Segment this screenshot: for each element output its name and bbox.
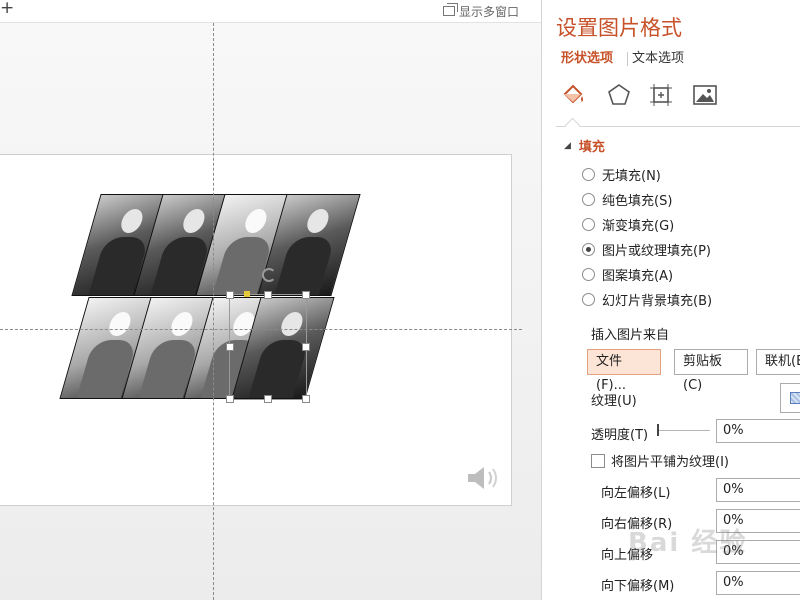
effects-icon[interactable] xyxy=(606,82,632,108)
resize-handle[interactable] xyxy=(302,395,310,403)
resize-handle[interactable] xyxy=(264,395,272,403)
radio-button-selected[interactable] xyxy=(582,242,595,256)
offset-down-label: 向下偏移(M) xyxy=(601,579,675,594)
radio-pattern-fill[interactable]: 图案填充(A) xyxy=(582,264,673,284)
transparency-input[interactable]: 0% xyxy=(716,419,800,443)
resize-handle[interactable] xyxy=(226,291,234,299)
radio-label: 无填充(N) xyxy=(602,168,661,184)
online-button[interactable]: 联机(E xyxy=(756,349,800,375)
selection-box[interactable] xyxy=(229,294,307,400)
offset-down-input[interactable]: 0% xyxy=(716,571,800,595)
radio-label: 幻灯片背景填充(B) xyxy=(602,293,713,309)
rotate-handle[interactable] xyxy=(262,268,276,282)
radio-label: 纯色填充(S) xyxy=(602,193,673,209)
resize-handle[interactable] xyxy=(302,343,310,351)
radio-label: 图片或纹理填充(P) xyxy=(602,243,711,259)
tile-as-texture-row[interactable]: 将图片平铺为纹理(I) xyxy=(591,451,729,470)
radio-label: 渐变填充(G) xyxy=(602,218,675,234)
horizontal-guide[interactable] xyxy=(0,329,522,330)
category-pointer xyxy=(564,117,581,134)
radio-solid-fill[interactable]: 纯色填充(S) xyxy=(582,189,672,209)
size-properties-icon[interactable] xyxy=(648,82,674,108)
add-icon[interactable]: + xyxy=(0,0,14,18)
tile-checkbox-label: 将图片平铺为纹理(I) xyxy=(611,455,729,470)
fill-line-icon[interactable] xyxy=(560,82,586,108)
offset-left-input[interactable]: 0% xyxy=(716,478,800,502)
resize-handle[interactable] xyxy=(226,343,234,351)
top-strip: + 显示多窗口 xyxy=(0,0,541,23)
tab-divider xyxy=(627,52,628,66)
category-divider xyxy=(556,126,800,127)
radio-gradient-fill[interactable]: 渐变填充(G) xyxy=(582,214,674,234)
texture-label: 纹理(U) xyxy=(591,394,637,409)
fill-section-header[interactable]: ◢ 填充 xyxy=(564,136,605,155)
radio-button[interactable] xyxy=(582,267,595,281)
multi-window-icon xyxy=(442,3,458,16)
collapse-triangle-icon: ◢ xyxy=(564,140,571,151)
tab-text-options[interactable]: 文本选项 xyxy=(632,50,684,68)
resize-handle[interactable] xyxy=(226,395,234,403)
clipboard-button[interactable]: 剪贴板(C) xyxy=(674,349,748,393)
resize-handle[interactable] xyxy=(264,291,272,299)
fill-section-title: 填充 xyxy=(578,140,605,155)
radio-picture-texture-fill[interactable]: 图片或纹理填充(P) xyxy=(582,239,711,259)
texture-picker-button[interactable] xyxy=(780,383,800,413)
texture-swatch-icon xyxy=(790,392,800,404)
multi-window-button[interactable]: 显示多窗口 xyxy=(442,2,519,20)
insert-from-label: 插入图片来自 xyxy=(591,328,670,343)
radio-button[interactable] xyxy=(582,167,595,181)
vertical-guide[interactable] xyxy=(213,23,214,600)
radio-button[interactable] xyxy=(582,192,595,206)
radio-label: 图案填充(A) xyxy=(602,268,674,284)
speaker-icon[interactable] xyxy=(466,464,502,492)
resize-handle[interactable] xyxy=(302,291,310,299)
pane-title: 设置图片格式 xyxy=(556,16,682,40)
slide-editor: + 显示多窗口 xyxy=(0,0,541,600)
multi-window-label: 显示多窗口 xyxy=(458,4,519,19)
transparency-slider-thumb[interactable] xyxy=(657,424,659,436)
radio-button[interactable] xyxy=(582,292,595,306)
radio-slide-background-fill[interactable]: 幻灯片背景填充(B) xyxy=(582,289,712,309)
transparency-label: 透明度(T) xyxy=(591,428,649,443)
radio-button[interactable] xyxy=(582,217,595,231)
radio-no-fill[interactable]: 无填充(N) xyxy=(582,164,661,184)
format-picture-pane: 设置图片格式 形状选项 文本选项 ◢ 填充 无填充(N) 纯色填充(S) 渐变填… xyxy=(541,0,800,600)
tile-checkbox[interactable] xyxy=(591,453,605,468)
picture-icon[interactable] xyxy=(692,82,718,108)
file-button[interactable]: 文件(F)... xyxy=(587,349,661,393)
watermark-logo: Bai 经验 xyxy=(628,528,748,558)
tab-shape-options[interactable]: 形状选项 xyxy=(561,50,613,68)
transparency-slider[interactable] xyxy=(658,430,710,431)
offset-left-label: 向左偏移(L) xyxy=(601,486,671,501)
adjust-handle[interactable] xyxy=(244,291,250,297)
